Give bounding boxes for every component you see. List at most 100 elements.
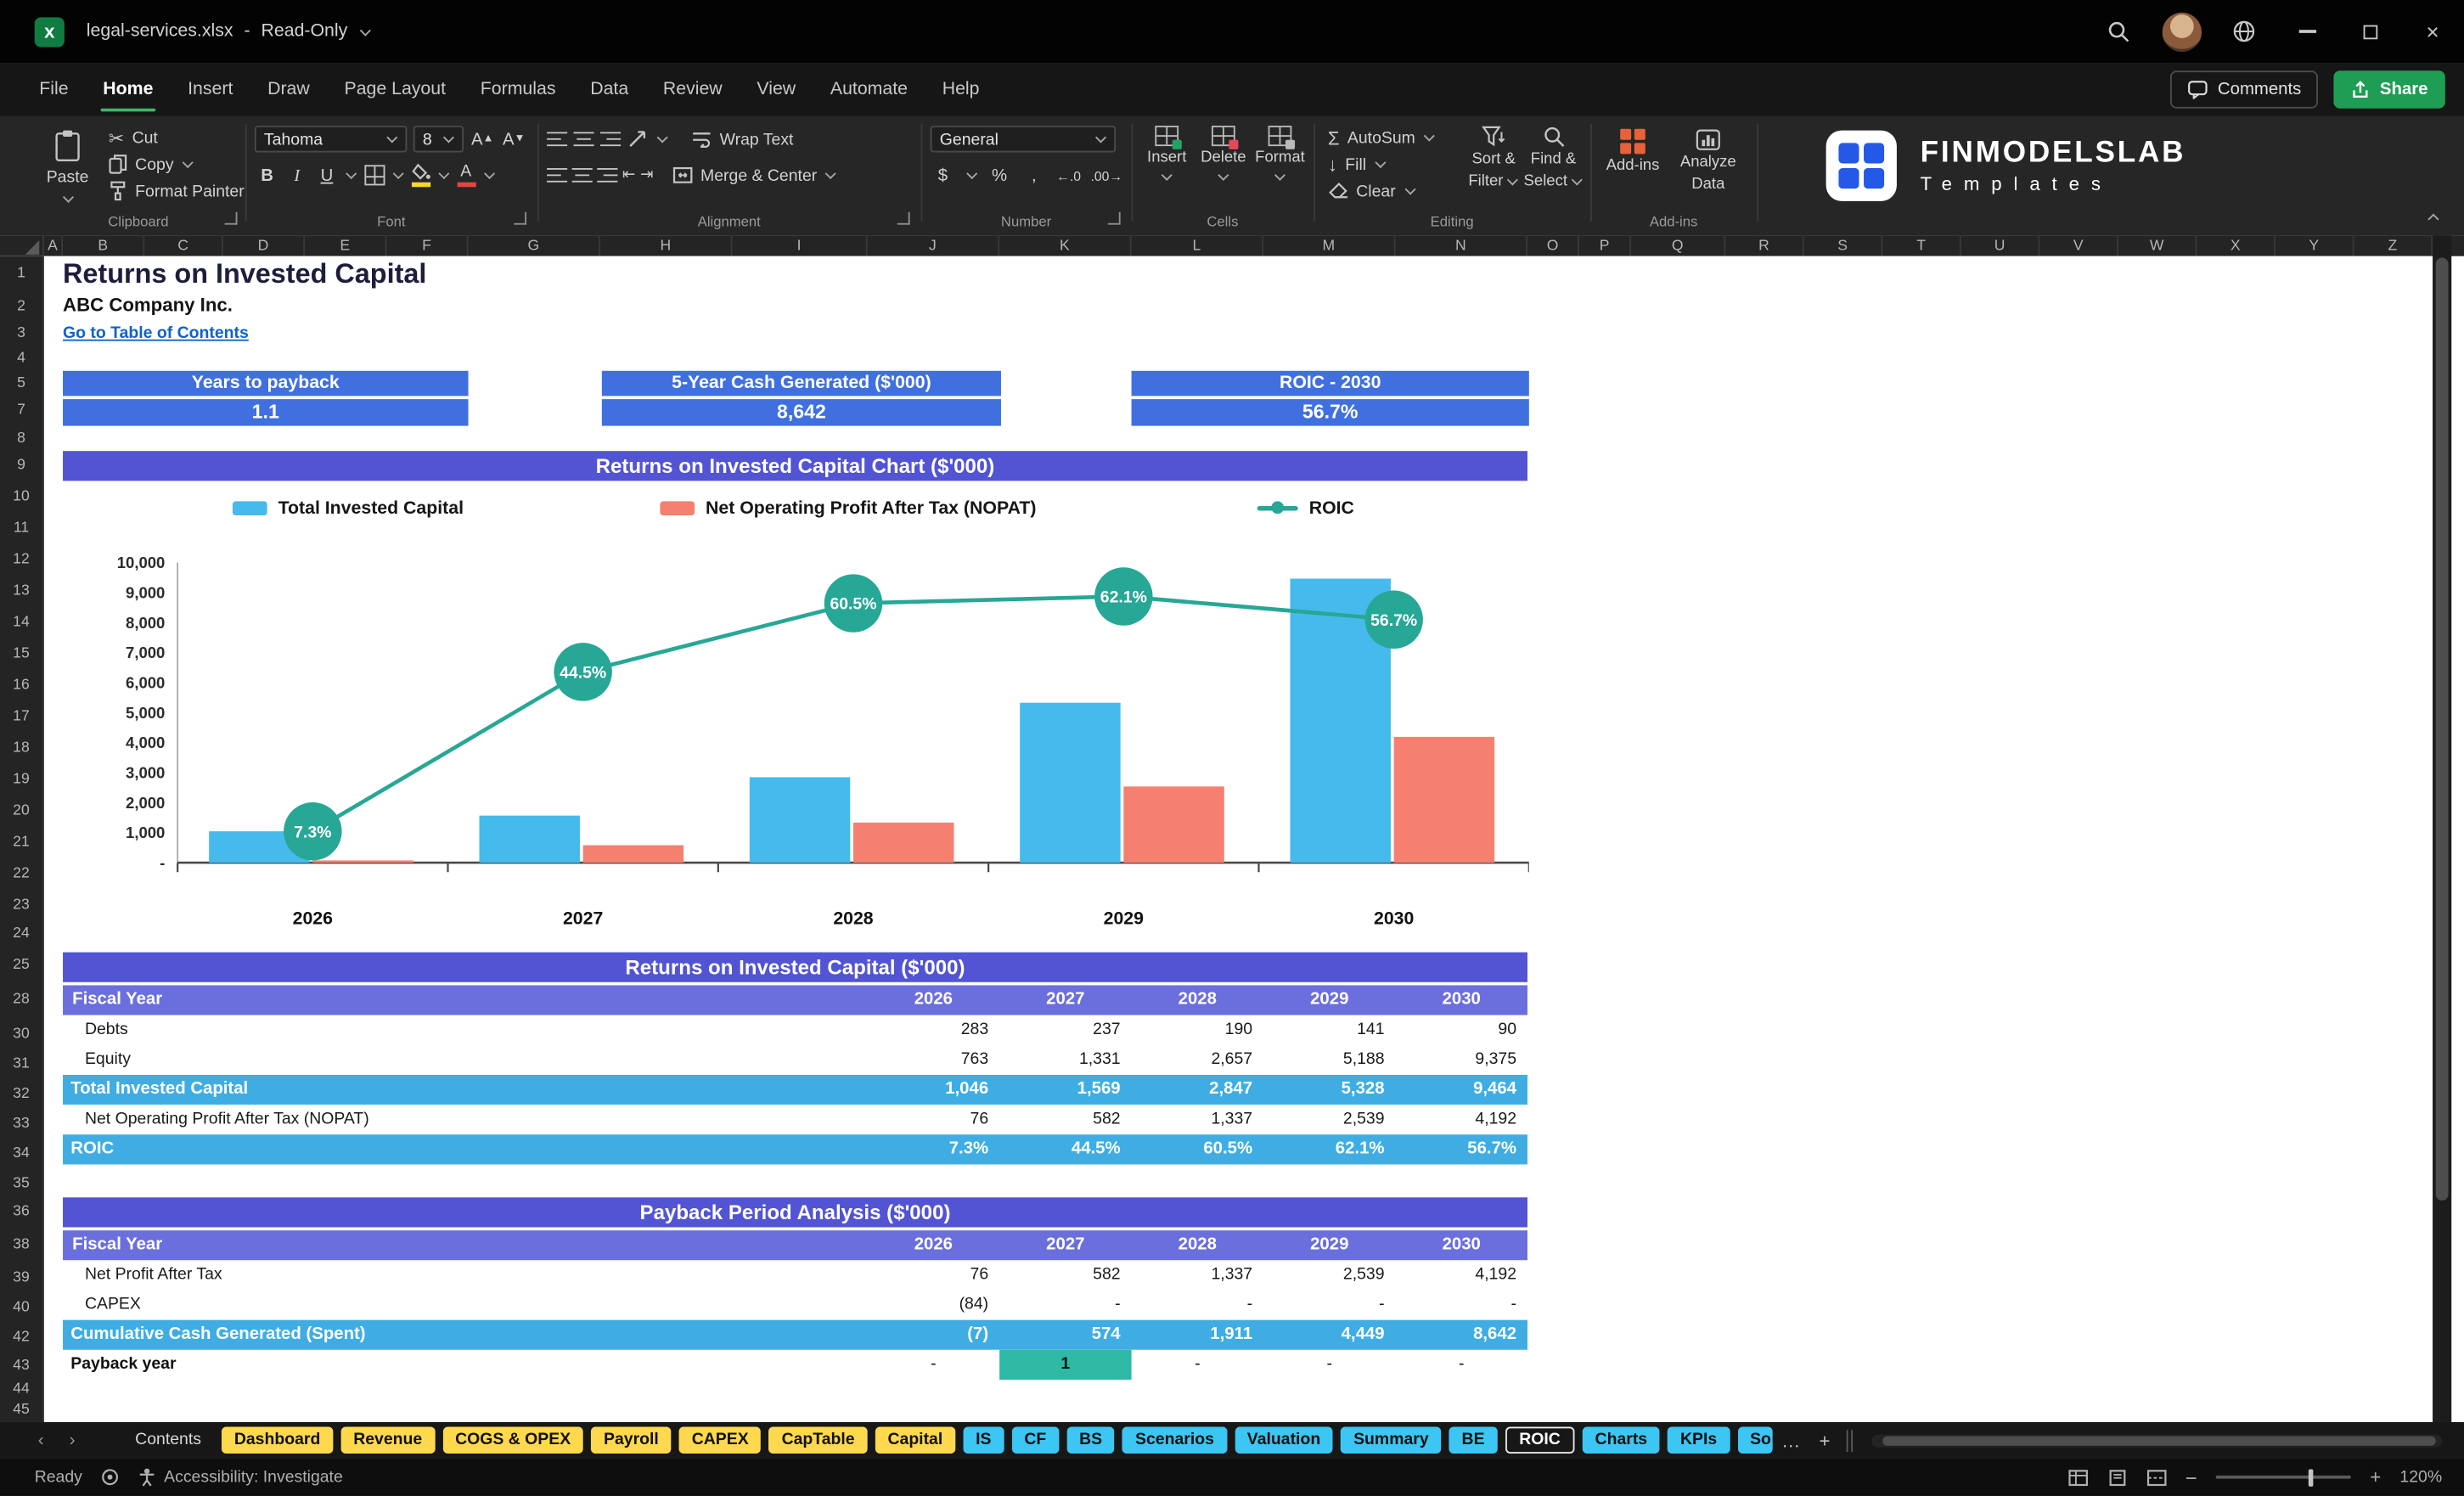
column-header-H[interactable]: H <box>600 235 733 256</box>
value-cell[interactable]: 76 <box>868 1105 999 1134</box>
horizontal-scrollbar[interactable] <box>1871 1433 2443 1447</box>
sheet-tab-summary[interactable]: Summary <box>1341 1426 1442 1454</box>
align-left-icon[interactable] <box>547 166 568 184</box>
increase-decimal-button[interactable]: ←.0 <box>1056 162 1082 188</box>
column-header-A[interactable]: A <box>44 235 64 256</box>
value-cell[interactable]: 44.5% <box>999 1134 1131 1164</box>
row-header-42[interactable]: 42 <box>0 1329 42 1346</box>
column-header-X[interactable]: X <box>2197 235 2276 256</box>
value-cell[interactable]: 2,539 <box>1263 1260 1395 1290</box>
align-middle-icon[interactable] <box>573 130 594 148</box>
column-header-R[interactable]: R <box>1725 235 1804 256</box>
format-cells-button[interactable]: Format <box>1254 126 1306 183</box>
alignment-dialog-launcher[interactable] <box>897 211 910 225</box>
number-dialog-launcher[interactable] <box>1107 211 1121 225</box>
row-header-16[interactable]: 16 <box>0 677 42 694</box>
decrease-indent-icon[interactable]: ⇤ <box>622 166 636 183</box>
value-cell[interactable]: - <box>1396 1291 1527 1320</box>
row-header-2[interactable]: 2 <box>0 298 42 315</box>
search-button[interactable] <box>2087 0 2150 63</box>
format-painter-button[interactable]: Format Painter <box>104 177 249 204</box>
sheet-tab-charts[interactable]: Charts <box>1582 1426 1660 1454</box>
value-cell[interactable]: 1,569 <box>999 1075 1131 1105</box>
copy-button[interactable]: Copy <box>104 151 249 177</box>
align-bottom-icon[interactable] <box>600 130 622 148</box>
sheet-tab-cogs-opex[interactable]: COGS & OPEX <box>442 1426 583 1454</box>
value-cell[interactable]: - <box>868 1350 999 1380</box>
row-header-18[interactable]: 18 <box>0 740 42 756</box>
decrease-decimal-button[interactable]: .00→ <box>1090 162 1122 188</box>
zoom-slider-thumb[interactable] <box>2308 1468 2314 1487</box>
row-header-20[interactable]: 20 <box>0 802 42 819</box>
value-cell[interactable]: 141 <box>1263 1015 1395 1045</box>
horizontal-scrollbar-thumb[interactable] <box>1882 1435 2437 1445</box>
table-of-contents-link[interactable]: Go to Table of Contents <box>63 323 249 342</box>
row-header-7[interactable]: 7 <box>0 402 42 419</box>
row-header-38[interactable]: 38 <box>0 1236 42 1253</box>
value-cell[interactable]: 574 <box>999 1320 1131 1350</box>
value-cell[interactable]: 62.1% <box>1263 1134 1395 1164</box>
previous-sheet-arrow[interactable]: ‹ <box>25 1431 57 1449</box>
value-cell[interactable]: 9,464 <box>1396 1075 1527 1105</box>
value-cell[interactable]: 237 <box>999 1015 1131 1045</box>
value-cell[interactable]: - <box>1132 1291 1263 1320</box>
value-cell[interactable]: - <box>1132 1350 1263 1380</box>
row-header-4[interactable]: 4 <box>0 350 42 367</box>
row-header-13[interactable]: 13 <box>0 582 42 599</box>
row-header-11[interactable]: 11 <box>0 520 42 537</box>
value-cell[interactable]: - <box>999 1291 1131 1320</box>
sheet-tab-kpis[interactable]: KPIs <box>1668 1426 1730 1454</box>
sheet-area[interactable]: Returns on Invested Capital ABC Company … <box>0 256 2433 1422</box>
page-break-view-button[interactable] <box>2146 1469 2166 1486</box>
value-cell[interactable]: 1,331 <box>999 1045 1131 1075</box>
value-cell[interactable]: 1 <box>999 1349 1132 1381</box>
addins-button[interactable]: Add-ins <box>1600 128 1666 176</box>
value-cell[interactable]: 8,642 <box>1396 1320 1527 1350</box>
number-format-select[interactable]: General <box>930 126 1117 153</box>
row-header-28[interactable]: 28 <box>0 991 42 1008</box>
font-family-select[interactable]: Tahoma <box>254 126 408 153</box>
menu-tab-page-layout[interactable]: Page Layout <box>327 63 463 116</box>
sheet-tab-cf[interactable]: CF <box>1011 1426 1060 1454</box>
clipboard-dialog-launcher[interactable] <box>224 211 238 225</box>
value-cell[interactable]: 2,847 <box>1132 1075 1263 1105</box>
underline-button[interactable]: U <box>314 162 340 188</box>
font-dialog-launcher[interactable] <box>514 211 527 225</box>
column-header-J[interactable]: J <box>868 235 1000 256</box>
menu-tab-formulas[interactable]: Formulas <box>463 63 572 116</box>
macro-record-icon[interactable] <box>101 1468 120 1487</box>
value-cell[interactable]: 1,911 <box>1132 1320 1263 1350</box>
analyze-data-button[interactable]: Analyze Data <box>1672 129 1744 194</box>
value-cell[interactable]: 5,188 <box>1263 1045 1395 1075</box>
font-size-select[interactable]: 8 <box>413 126 464 153</box>
percent-style-button[interactable]: % <box>987 162 1012 188</box>
value-cell[interactable]: 4,192 <box>1396 1260 1527 1290</box>
autosum-button[interactable]: Σ AutoSum <box>1323 124 1440 150</box>
row-header-5[interactable]: 5 <box>0 374 42 391</box>
zoom-out-button[interactable]: − <box>2186 1465 2197 1489</box>
decrease-font-size-button[interactable]: A ▼ <box>501 126 526 152</box>
row-header-31[interactable]: 31 <box>0 1055 42 1072</box>
row-header-39[interactable]: 39 <box>0 1269 42 1286</box>
sheet-tab-bs[interactable]: BS <box>1066 1426 1115 1454</box>
menu-tab-help[interactable]: Help <box>925 63 997 116</box>
tab-scroll-splitter[interactable] <box>1845 1429 1853 1452</box>
value-cell[interactable]: 90 <box>1396 1015 1527 1045</box>
accessibility-status[interactable]: Accessibility: Investigate <box>139 1468 343 1487</box>
row-header-21[interactable]: 21 <box>0 834 42 851</box>
value-cell[interactable]: 582 <box>999 1260 1131 1290</box>
next-sheet-arrow[interactable]: › <box>57 1431 88 1449</box>
row-header-22[interactable]: 22 <box>0 865 42 882</box>
maximize-button[interactable] <box>2338 0 2401 63</box>
orientation-icon[interactable] <box>627 129 649 149</box>
value-cell[interactable]: 1,046 <box>868 1075 999 1105</box>
value-cell[interactable]: (84) <box>868 1291 999 1320</box>
zoom-in-button[interactable]: + <box>2370 1466 2381 1488</box>
align-top-icon[interactable] <box>547 130 568 148</box>
column-header-C[interactable]: C <box>144 235 223 256</box>
column-header-U[interactable]: U <box>1961 235 2040 256</box>
select-all-corner[interactable] <box>0 235 44 256</box>
column-header-F[interactable]: F <box>386 235 469 256</box>
read-only-badge[interactable]: Read-Only <box>262 22 348 41</box>
comma-style-button[interactable]: , <box>1021 162 1047 188</box>
